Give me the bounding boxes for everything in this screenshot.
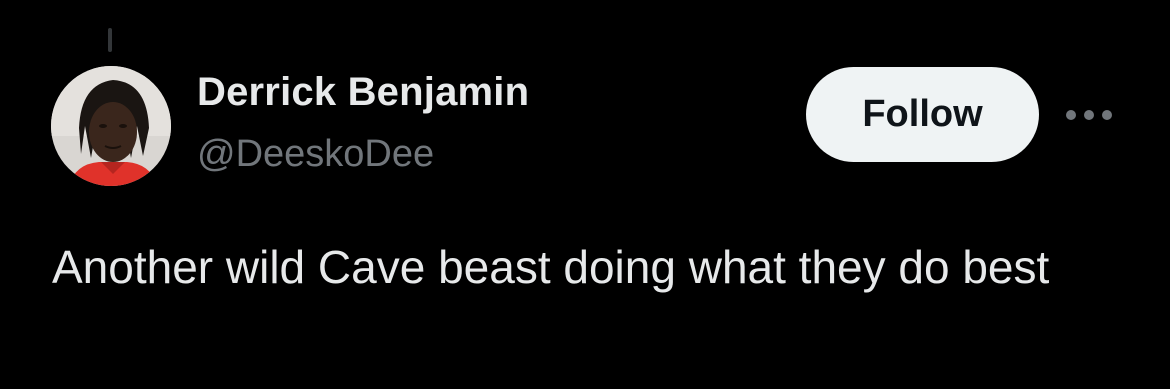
more-dot [1066,110,1076,120]
more-dot [1084,110,1094,120]
follow-button[interactable]: Follow [806,67,1039,162]
thread-connector-line [108,28,112,52]
tweet: Derrick Benjamin @DeeskoDee Follow Anoth… [0,0,1170,389]
author-name[interactable]: Derrick Benjamin [197,70,529,115]
avatar[interactable] [51,66,171,186]
author-handle[interactable]: @DeeskoDee [197,133,434,176]
more-dot [1102,110,1112,120]
tweet-text: Another wild Cave beast doing what they … [52,241,1050,293]
more-horizontal-icon[interactable] [1066,104,1112,126]
